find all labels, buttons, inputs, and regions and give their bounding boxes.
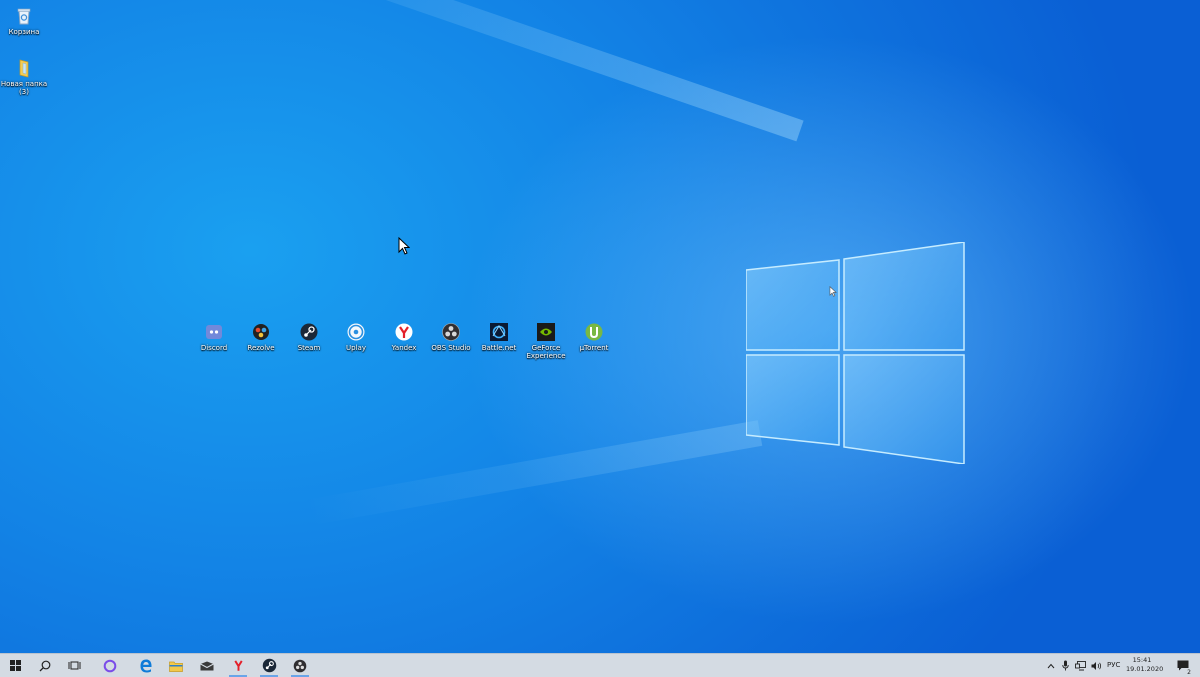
windows-wallpaper-logo <box>746 242 965 464</box>
battle-net-icon <box>490 323 508 341</box>
desktop-icon-utorrent[interactable]: µTorrent <box>566 322 622 352</box>
edge-icon <box>140 659 152 672</box>
tray-network[interactable] <box>1073 654 1088 677</box>
folder-icon <box>169 661 183 672</box>
tray-volume[interactable] <box>1089 654 1104 677</box>
task-view-button[interactable] <box>63 654 85 677</box>
desktop-icon-label: Новая папка (3) <box>0 80 48 96</box>
recycle-bin-icon <box>17 8 31 25</box>
obs-studio-icon <box>293 659 307 672</box>
utorrent-icon <box>585 323 603 341</box>
desktop-icon-new-folder[interactable]: Новая папка (3) <box>0 58 52 96</box>
speaker-icon <box>1091 661 1101 670</box>
steam-icon <box>262 658 276 673</box>
input-language[interactable]: РУС <box>1107 661 1120 669</box>
desktop-icon-recycle-bin[interactable]: Корзина <box>0 6 52 36</box>
taskbar-file-explorer[interactable] <box>164 654 188 677</box>
cortana-icon <box>103 659 117 672</box>
clock-time: 15:41 <box>1132 656 1152 664</box>
desktop-icon-label: µTorrent <box>579 344 609 352</box>
tray-overflow-button[interactable] <box>1044 654 1058 677</box>
clock-date: 19.01.2020 <box>1126 665 1164 673</box>
taskbar: РУС 15:41 19.01.2020 2 <box>0 653 1200 677</box>
light-beam <box>210 0 804 142</box>
yandex-icon <box>395 323 413 341</box>
windows-start-icon <box>9 660 21 671</box>
taskbar-mail[interactable] <box>195 654 219 677</box>
folder-icon <box>19 59 29 78</box>
action-center-button[interactable]: 2 <box>1172 654 1194 677</box>
notification-count: 2 <box>1186 669 1192 676</box>
mouse-cursor-icon <box>829 286 837 297</box>
steam-icon <box>300 323 318 341</box>
mail-icon <box>200 661 214 670</box>
task-view-icon <box>68 661 80 670</box>
search-icon <box>39 660 51 671</box>
start-button[interactable] <box>4 654 26 677</box>
geforce-experience-icon <box>537 323 555 341</box>
light-beam <box>304 420 763 526</box>
taskbar-edge[interactable] <box>134 654 158 677</box>
chevron-up-icon <box>1047 663 1055 668</box>
obs-studio-icon <box>442 323 460 341</box>
network-icon <box>1075 660 1086 670</box>
rezolve-icon <box>253 324 269 340</box>
desktop[interactable]: Корзина Новая папка (3) Discord Rezolve … <box>0 0 1200 653</box>
taskbar-steam[interactable] <box>256 654 282 677</box>
tray-microphone[interactable] <box>1059 654 1072 677</box>
microphone-icon <box>1062 660 1069 671</box>
taskbar-cortana[interactable] <box>98 654 122 677</box>
desktop-icon-label: Корзина <box>8 28 40 36</box>
taskbar-yandex[interactable] <box>225 654 251 677</box>
mouse-cursor-icon <box>398 237 410 255</box>
yandex-icon <box>233 660 243 671</box>
clock[interactable]: 15:41 19.01.2020 <box>1126 656 1164 674</box>
uplay-icon <box>347 323 365 341</box>
search-button[interactable] <box>34 654 56 677</box>
taskbar-obs-studio[interactable] <box>287 654 313 677</box>
discord-icon <box>206 325 222 339</box>
